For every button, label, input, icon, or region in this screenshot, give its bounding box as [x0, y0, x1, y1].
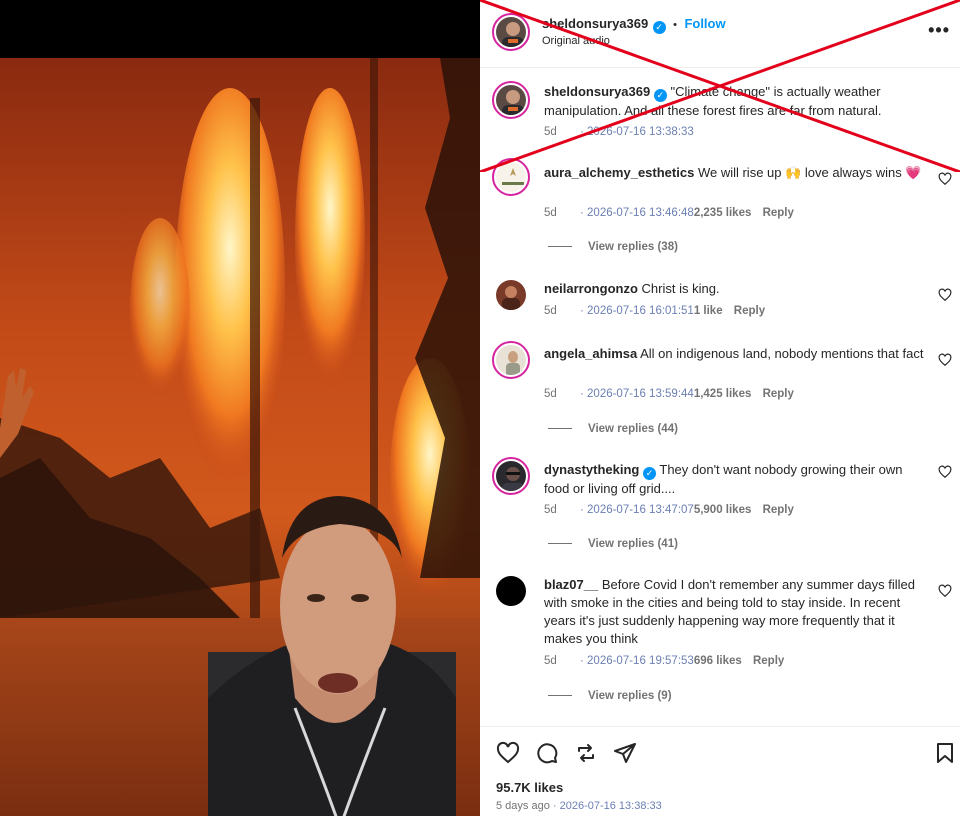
repost-icon[interactable] — [574, 741, 598, 765]
bookmark-icon[interactable] — [933, 741, 957, 765]
forest-fire-video-frame — [0, 58, 480, 816]
comment-like-heart-icon[interactable] — [938, 353, 952, 367]
comment-like-heart-icon[interactable] — [938, 288, 952, 302]
comment-text: Before Covid I don't remember any summer… — [544, 577, 915, 646]
comment-likes[interactable]: 1 like — [694, 305, 723, 317]
comment-text: All on indigenous land, nobody mentions … — [640, 346, 924, 361]
comment-timestamp: · 2026-07-16 16:01:51 — [580, 305, 694, 317]
comment-item: neilarrongonzo Christ is king. 5d · 2026… — [480, 270, 960, 330]
caption-timestamp: · 2026-07-16 13:38:33 — [580, 126, 694, 138]
view-replies-button[interactable]: View replies (44) — [548, 423, 678, 435]
replies-divider — [548, 543, 572, 544]
comment-username[interactable]: aura_alchemy_esthetics — [544, 165, 694, 180]
view-replies-label: View replies (44) — [588, 423, 678, 435]
comment-age[interactable]: 5d — [544, 504, 557, 516]
post-age: 5 days ago — [496, 800, 550, 812]
view-replies-label: View replies (9) — [588, 690, 672, 702]
replies-divider — [548, 246, 572, 247]
comment-timestamp: · 2026-07-16 13:47:07 — [580, 504, 694, 516]
comment-timestamp: · 2026-07-16 13:46:48 — [580, 207, 694, 219]
post-likes-count[interactable]: 95.7K likes — [496, 780, 563, 795]
comment-icon[interactable] — [535, 741, 559, 765]
replies-divider — [548, 695, 572, 696]
comment-age[interactable]: 5d — [544, 388, 557, 400]
reply-button[interactable]: Reply — [734, 305, 765, 317]
commenter-avatar[interactable] — [492, 457, 530, 495]
comment-username[interactable]: dynastytheking — [544, 462, 639, 477]
comment-like-heart-icon[interactable] — [938, 465, 952, 479]
comment-text: Christ is king. — [641, 281, 720, 296]
commenter-avatar[interactable] — [492, 341, 530, 379]
view-replies-button[interactable]: View replies (38) — [548, 241, 678, 253]
comment-item: angela_ahimsa All on indigenous land, no… — [480, 335, 960, 447]
reply-button[interactable]: Reply — [763, 207, 794, 219]
post-actions-bar: 95.7K likes 5 days ago · 2026-07-16 13:3… — [480, 726, 960, 816]
separator-dot: • — [673, 19, 677, 31]
post-date: 5 days ago · 2026-07-16 13:38:33 — [496, 800, 662, 812]
author-avatar[interactable] — [492, 13, 530, 51]
comment-text: We will rise up 🙌 love always wins 💗 — [697, 165, 922, 180]
comment-username[interactable]: blaz07__ — [544, 577, 598, 592]
comment-username[interactable]: neilarrongonzo — [544, 281, 638, 296]
reply-button[interactable]: Reply — [763, 504, 794, 516]
author-avatar[interactable] — [492, 81, 530, 119]
comment-likes[interactable]: 5,900 likes — [694, 504, 752, 516]
reply-button[interactable]: Reply — [753, 655, 784, 667]
send-icon[interactable] — [613, 741, 637, 765]
replies-divider — [548, 428, 572, 429]
commenter-avatar[interactable] — [496, 576, 526, 606]
reply-button[interactable]: Reply — [763, 388, 794, 400]
comment-age[interactable]: 5d — [544, 655, 557, 667]
verified-badge-icon: ✓ — [653, 89, 667, 102]
heart-icon[interactable] — [496, 741, 520, 765]
comment-item: blaz07__ Before Covid I don't remember a… — [480, 568, 960, 718]
commenter-avatar[interactable] — [496, 280, 526, 310]
comment-item: dynastytheking ✓ They don't want nobody … — [480, 452, 960, 562]
caption-age[interactable]: 5d — [544, 126, 557, 138]
comment-likes[interactable]: 1,425 likes — [694, 388, 752, 400]
verified-badge-icon: ✓ — [642, 467, 656, 480]
author-username[interactable]: sheldonsurya369 — [542, 16, 648, 31]
more-options-button[interactable]: ••• — [928, 20, 950, 41]
view-replies-label: View replies (41) — [588, 538, 678, 550]
comment-item: aura_alchemy_esthetics We will rise up 🙌… — [480, 152, 960, 262]
comment-timestamp: · 2026-07-16 19:57:53 — [580, 655, 694, 667]
comment-age[interactable]: 5d — [544, 207, 557, 219]
view-replies-label: View replies (38) — [588, 241, 678, 253]
caption-username[interactable]: sheldonsurya369 — [544, 84, 650, 99]
comment-like-heart-icon[interactable] — [938, 172, 952, 186]
original-audio-link[interactable]: Original audio — [542, 35, 610, 47]
comment-likes[interactable]: 696 likes — [694, 655, 742, 667]
view-replies-button[interactable]: View replies (41) — [548, 538, 678, 550]
comment-username[interactable]: angela_ahimsa — [544, 346, 637, 361]
commenter-avatar[interactable] — [492, 158, 530, 196]
post-caption: sheldonsurya369 ✓ "Climate change" is ac… — [480, 68, 960, 152]
post-media[interactable] — [0, 0, 480, 816]
comment-timestamp: · 2026-07-16 13:59:44 — [580, 388, 694, 400]
comment-likes[interactable]: 2,235 likes — [694, 207, 752, 219]
view-replies-button[interactable]: View replies (9) — [548, 690, 672, 702]
post-header: sheldonsurya369 ✓ • Follow Original audi… — [480, 0, 960, 68]
media-letterbox — [0, 0, 480, 58]
comment-like-heart-icon[interactable] — [938, 584, 952, 598]
post-details-panel: sheldonsurya369 ✓ • Follow Original audi… — [480, 0, 960, 816]
post-timestamp: · 2026-07-16 13:38:33 — [552, 800, 662, 812]
comment-age[interactable]: 5d — [544, 305, 557, 317]
follow-button[interactable]: Follow — [684, 16, 725, 31]
verified-badge-icon: ✓ — [652, 21, 666, 34]
